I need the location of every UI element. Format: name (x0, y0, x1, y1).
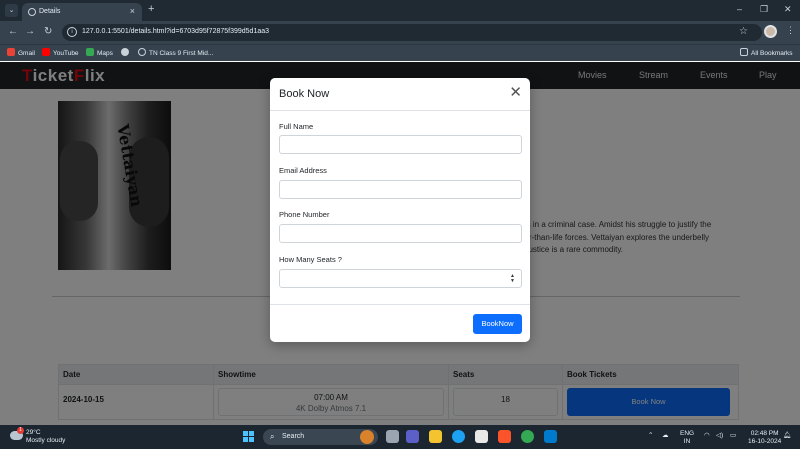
star-icon[interactable]: ☆ (739, 26, 748, 37)
close-tab-icon[interactable]: × (130, 6, 135, 16)
globe-icon (138, 48, 146, 56)
reload-icon[interactable]: ↻ (44, 26, 52, 37)
onedrive-icon[interactable]: ☁ (662, 432, 669, 440)
full-name-input[interactable] (279, 135, 522, 154)
bell-icon[interactable]: 🔔︎ (783, 432, 791, 440)
vscode-icon[interactable] (544, 430, 557, 443)
bookmarks-bar: Gmail YouTube Maps TN Class 9 First Mid.… (0, 44, 800, 61)
bookmark-github[interactable] (121, 48, 132, 57)
all-bookmarks[interactable]: All Bookmarks (740, 48, 793, 57)
globe-icon (28, 8, 36, 16)
edge-icon[interactable] (452, 430, 465, 443)
gmail-icon (7, 48, 15, 56)
bookmark-maps[interactable]: Maps (86, 48, 113, 57)
browser-toolbar: ← → ↻ i 127.0.0.1:5501/details.html?id=6… (0, 21, 800, 44)
url-text[interactable]: 127.0.0.1:5501/details.html?id=6703d95f7… (82, 28, 269, 35)
email-input[interactable] (279, 180, 522, 199)
email-label: Email Address (279, 166, 327, 175)
bookmark-gmail[interactable]: Gmail (7, 48, 35, 57)
book-now-submit-button[interactable]: BookNow (473, 314, 522, 334)
modal-header: Book Now ✕ (270, 78, 530, 111)
arrow-left-icon[interactable]: ← (8, 26, 18, 37)
youtube-icon (42, 48, 50, 56)
browser-tab-strip: ⌄ Details × + – ❐ ✕ (0, 0, 800, 21)
notification-badge: 1 (17, 427, 24, 434)
close-window-icon[interactable]: ✕ (784, 4, 792, 15)
minimize-icon[interactable]: – (737, 4, 742, 14)
language-indicator[interactable]: ENG IN (680, 430, 694, 445)
arrow-right-icon[interactable]: → (25, 26, 35, 37)
folder-icon (740, 48, 748, 56)
search-icon: ⌕ (270, 432, 275, 441)
seats-number-input[interactable]: ▲ ▼ (279, 269, 522, 288)
modal-title: Book Now (279, 88, 330, 100)
phone-input[interactable] (279, 224, 522, 243)
weather-desc: Mostly cloudy (26, 437, 66, 444)
tab-search-chevron-icon[interactable]: ⌄ (5, 4, 18, 17)
seats-label: How Many Seats ? (279, 255, 342, 264)
battery-icon[interactable]: ▭ (730, 432, 736, 440)
windows-start-icon[interactable] (243, 431, 255, 443)
site-info-icon[interactable]: i (67, 27, 77, 37)
booking-modal: Book Now ✕ Full Name Email Address Phone… (270, 78, 530, 342)
taskbar-search[interactable]: ⌕ Search (263, 429, 378, 445)
restore-icon[interactable]: ❐ (760, 4, 768, 15)
volume-icon[interactable]: ◁) (716, 432, 723, 440)
store-icon[interactable] (475, 430, 488, 443)
brave-icon[interactable] (498, 430, 511, 443)
new-tab-icon[interactable]: + (148, 3, 154, 15)
weather-temp: 29°C (26, 429, 41, 436)
close-icon[interactable]: ✕ (509, 84, 522, 102)
full-name-label: Full Name (279, 122, 314, 131)
file-explorer-icon[interactable] (429, 430, 442, 443)
github-icon (121, 48, 129, 56)
chrome-icon[interactable] (521, 430, 534, 443)
bookmark-youtube[interactable]: YouTube (42, 48, 79, 57)
tab-title: Details (39, 8, 61, 15)
taskbar: 1 29°C Mostly cloudy ⌕ Search ⌃ ☁ ENG IN ◠… (0, 425, 800, 449)
address-bar[interactable]: i 127.0.0.1:5501/details.html?id=6703d95… (62, 24, 762, 41)
browser-tab[interactable]: Details × (22, 3, 142, 21)
task-view-icon[interactable] (386, 430, 399, 443)
phone-label: Phone Number (279, 210, 330, 219)
bookmark-tn-class[interactable]: TN Class 9 First Mid... (138, 48, 213, 57)
wifi-icon[interactable]: ◠ (704, 432, 710, 440)
teams-icon[interactable] (406, 430, 419, 443)
kebab-menu-icon[interactable]: ⋮ (786, 25, 795, 36)
chevron-up-icon[interactable]: ⌃ (648, 432, 653, 440)
clock[interactable]: 02:48 PM 16-10-2024 (748, 430, 781, 445)
profile-avatar[interactable] (764, 25, 777, 38)
search-highlight-icon (360, 430, 374, 444)
maps-icon (86, 48, 94, 56)
spinner-arrows-icon[interactable]: ▲ ▼ (510, 274, 515, 284)
